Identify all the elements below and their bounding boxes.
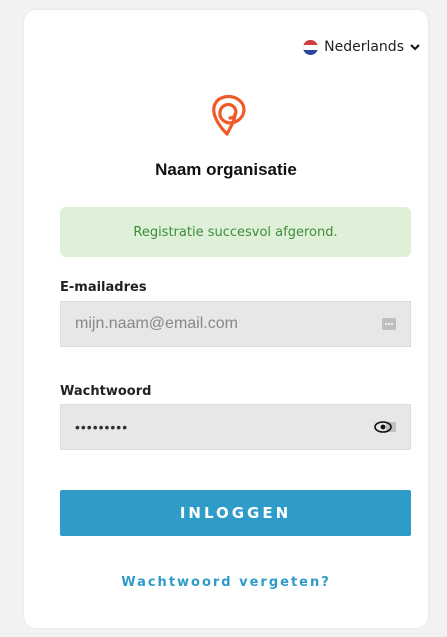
email-field[interactable]: mijn.naam@email.com bbox=[60, 301, 411, 347]
success-alert: Registratie succesvol afgerond. bbox=[60, 207, 411, 257]
login-card: Nederlands Naam organisatie Registratie … bbox=[24, 10, 428, 628]
login-button[interactable]: INLOGGEN bbox=[60, 490, 411, 536]
success-alert-message: Registratie succesvol afgerond. bbox=[133, 224, 338, 240]
email-label: E-mailadres bbox=[60, 280, 147, 295]
password-label: Wachtwoord bbox=[60, 384, 152, 399]
organization-name: Naam organisatie bbox=[155, 160, 297, 179]
forgot-password-link[interactable]: Wachtwoord vergeten? bbox=[24, 575, 428, 590]
more-dots-icon[interactable] bbox=[382, 318, 396, 330]
password-field[interactable]: ••••••••• bbox=[60, 404, 411, 450]
password-value: ••••••••• bbox=[75, 419, 129, 435]
language-selector[interactable]: Nederlands bbox=[303, 39, 420, 55]
language-label: Nederlands bbox=[324, 39, 404, 55]
nl-flag-icon bbox=[303, 39, 319, 55]
org-logo-icon bbox=[212, 94, 246, 136]
login-button-label: INLOGGEN bbox=[179, 504, 292, 522]
eye-icon[interactable] bbox=[374, 419, 396, 435]
chevron-down-icon bbox=[410, 44, 420, 51]
email-value: mijn.naam@email.com bbox=[75, 315, 238, 332]
